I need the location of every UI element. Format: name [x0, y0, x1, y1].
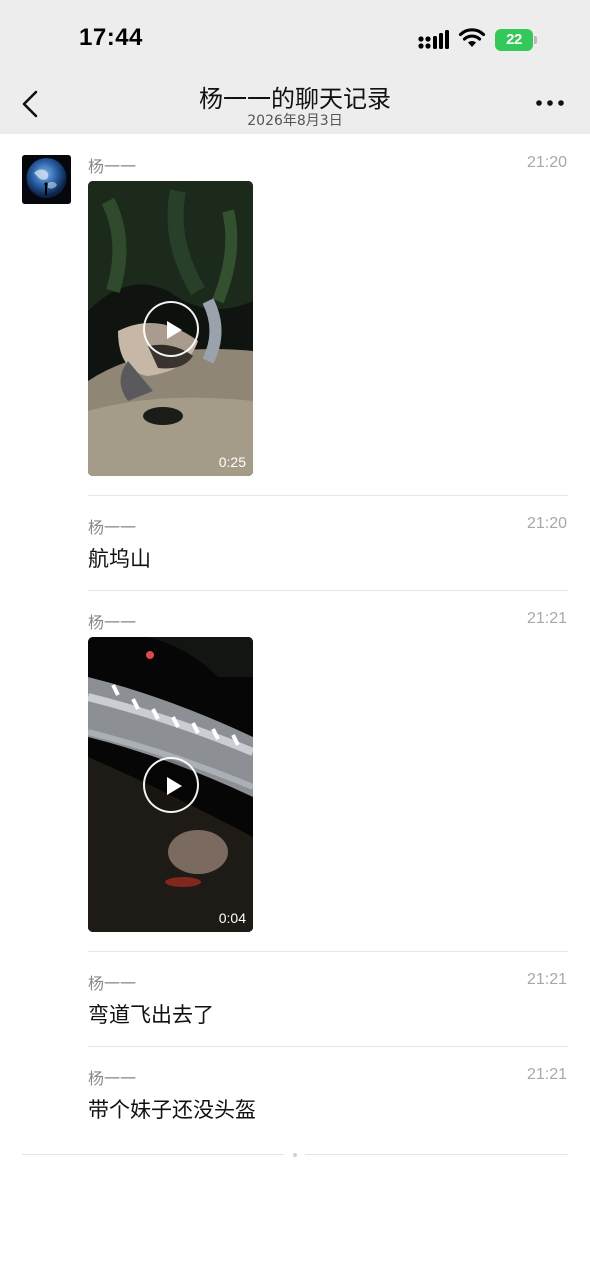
message-time: 21:20 [526, 515, 567, 532]
message-time: 21:21 [526, 971, 567, 988]
page-subtitle: 2026年8月3日 [247, 113, 343, 129]
video-duration: 0:04 [218, 910, 246, 926]
message-time: 21:21 [526, 1066, 567, 1083]
play-icon [167, 321, 182, 339]
message-time: 21:21 [526, 610, 567, 627]
status-time: 17:44 [79, 24, 143, 51]
video-duration: 0:25 [218, 454, 246, 470]
end-dot [293, 1153, 297, 1157]
sender-name: 杨一一 [88, 613, 137, 632]
message-text: 带个妹子还没头盔 [88, 1098, 256, 1122]
end-divider [22, 1154, 284, 1155]
battery-icon: 22 [495, 29, 537, 51]
more-icon[interactable] [536, 98, 564, 108]
play-button[interactable] [143, 757, 199, 813]
divider [88, 590, 568, 591]
divider [88, 951, 568, 952]
message-text: 航坞山 [88, 547, 151, 571]
avatar[interactable] [22, 155, 71, 204]
sender-name: 杨一一 [88, 157, 137, 176]
earth-avatar-image [22, 155, 71, 204]
video-message[interactable]: 0:04 [88, 637, 253, 932]
end-divider [305, 1154, 568, 1155]
sender-name: 杨一一 [88, 1069, 137, 1088]
divider [88, 1046, 568, 1047]
signal-icon [418, 30, 449, 49]
play-icon [167, 777, 182, 795]
message-text: 弯道飞出去了 [88, 1003, 214, 1027]
divider [88, 495, 568, 496]
video-message[interactable]: 0:25 [88, 181, 253, 476]
play-button[interactable] [143, 301, 199, 357]
sender-name: 杨一一 [88, 518, 137, 537]
battery-level: 22 [506, 31, 522, 48]
wifi-icon [458, 28, 486, 47]
page-title: 杨一一的聊天记录 [199, 85, 391, 113]
header: 17:44 22 杨一一的聊天记录 2026年8月3日 [0, 0, 590, 134]
message-time: 21:20 [526, 154, 567, 171]
sender-name: 杨一一 [88, 974, 137, 993]
